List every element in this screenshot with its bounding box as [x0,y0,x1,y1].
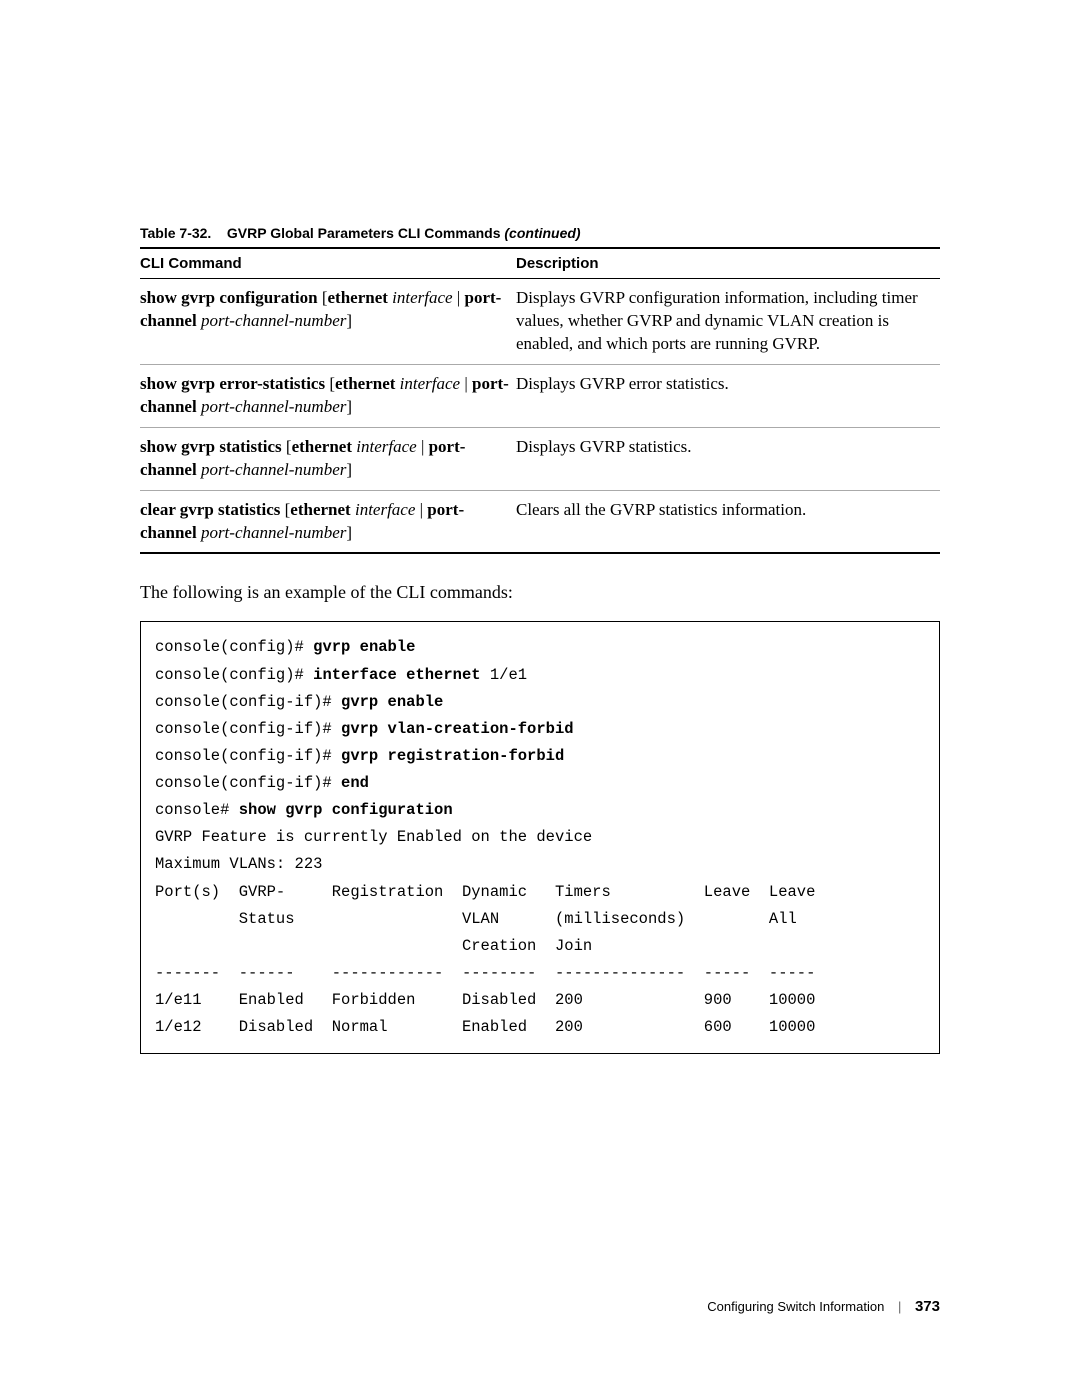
description-cell: Displays GVRP error statistics. [516,364,940,427]
footer-page-number: 373 [915,1298,940,1315]
cli-line: console# show gvrp configuration [155,797,925,824]
cli-commands-table: CLI Command Description show gvrp config… [140,247,940,554]
table-row: clear gvrp statistics [ethernet interfac… [140,490,940,553]
intro-text: The following is an example of the CLI c… [140,582,940,603]
cli-line: 1/e11 Enabled Forbidden Disabled 200 900… [155,987,925,1014]
cli-line: console(config)# interface ethernet 1/e1 [155,662,925,689]
description-cell: Displays GVRP statistics. [516,427,940,490]
cli-line: Creation Join [155,933,925,960]
cli-line: console(config-if)# gvrp vlan-creation-f… [155,716,925,743]
cli-command-cell: show gvrp statistics [ethernet interface… [140,427,516,490]
table-row: show gvrp error-statistics [ethernet int… [140,364,940,427]
cli-line: console(config-if)# gvrp registration-fo… [155,743,925,770]
table-row: show gvrp statistics [ethernet interface… [140,427,940,490]
cli-command-cell: show gvrp error-statistics [ethernet int… [140,364,516,427]
th-description: Description [516,248,940,279]
cli-line: console(config-if)# gvrp enable [155,689,925,716]
cli-line: console(config)# gvrp enable [155,634,925,661]
table-caption-title: GVRP Global Parameters CLI Commands [227,225,501,241]
footer-section: Configuring Switch Information [707,1299,884,1314]
table-row: show gvrp configuration [ethernet interf… [140,279,940,365]
th-cli-command: CLI Command [140,248,516,279]
cli-line: ------- ------ ------------ -------- ---… [155,960,925,987]
description-cell: Displays GVRP configuration information,… [516,279,940,365]
page-footer: Configuring Switch Information | 373 [707,1298,940,1315]
cli-line: GVRP Feature is currently Enabled on the… [155,824,925,851]
table-caption-num: Table 7-32. [140,225,211,241]
cli-line: Port(s) GVRP- Registration Dynamic Timer… [155,879,925,906]
cli-line: Maximum VLANs: 223 [155,851,925,878]
cli-example-block: console(config)# gvrp enableconsole(conf… [140,621,940,1054]
description-cell: Clears all the GVRP statistics informati… [516,490,940,553]
cli-command-cell: clear gvrp statistics [ethernet interfac… [140,490,516,553]
table-caption-cont: (continued) [504,225,580,241]
cli-line: console(config-if)# end [155,770,925,797]
footer-separator: | [898,1299,901,1314]
cli-line: 1/e12 Disabled Normal Enabled 200 600 10… [155,1014,925,1041]
table-caption: Table 7-32. GVRP Global Parameters CLI C… [140,225,940,241]
cli-command-cell: show gvrp configuration [ethernet interf… [140,279,516,365]
cli-line: Status VLAN (milliseconds) All [155,906,925,933]
